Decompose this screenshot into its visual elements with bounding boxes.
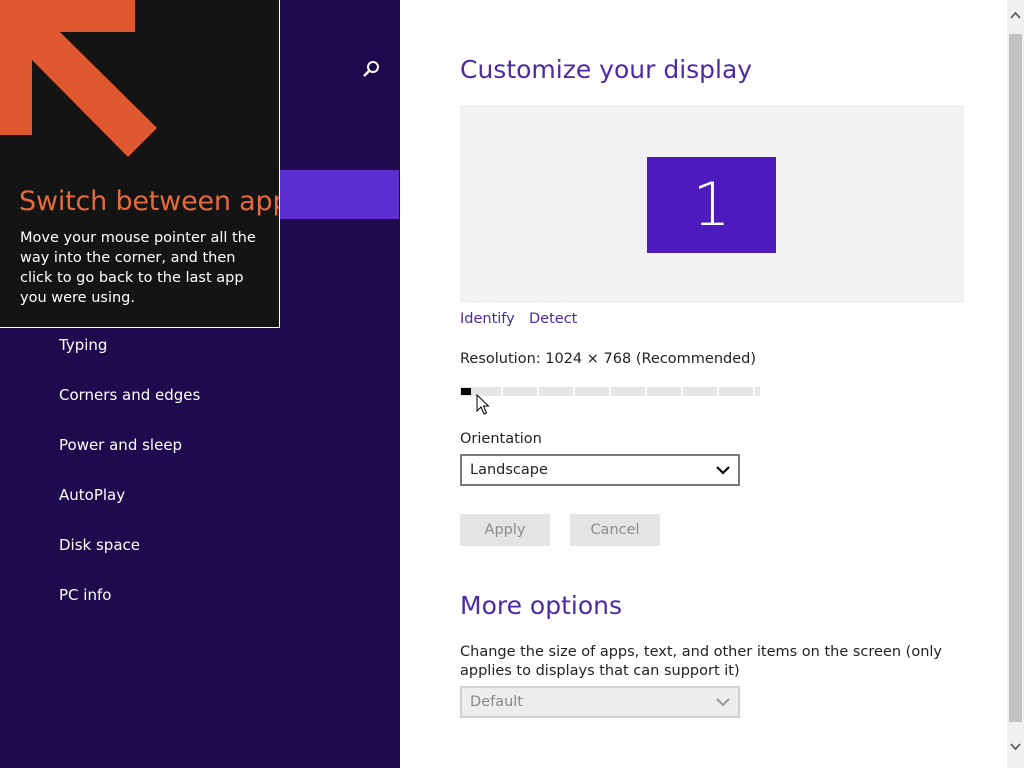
nav-item-autoplay[interactable]: AutoPlay — [59, 486, 125, 504]
scroll-down-arrow-icon[interactable] — [1009, 740, 1022, 752]
display-preview: 1 — [460, 105, 964, 303]
customize-display-heading: Customize your display — [460, 55, 753, 84]
nav-item-typing[interactable]: Typing — [59, 336, 107, 354]
search-icon[interactable] — [360, 58, 382, 82]
detect-link[interactable]: Detect — [529, 311, 577, 327]
scroll-up-arrow-icon[interactable] — [1009, 10, 1022, 22]
more-options-description: Change the size of apps, text, and other… — [460, 644, 943, 679]
tip-title: Switch between apps — [19, 186, 280, 217]
vertical-scrollbar[interactable] — [1007, 0, 1024, 768]
slider-tick — [573, 387, 575, 396]
scrollbar-thumb[interactable] — [1009, 34, 1022, 722]
identify-link[interactable]: Identify — [460, 311, 515, 327]
slider-tick — [537, 387, 539, 396]
monitor-1-tile[interactable]: 1 — [647, 157, 776, 253]
apply-button[interactable]: Apply — [460, 514, 550, 546]
chevron-down-icon — [716, 466, 730, 475]
mouse-cursor-icon — [476, 394, 490, 415]
nav-item-power-and-sleep[interactable]: Power and sleep — [59, 436, 182, 454]
orientation-value: Landscape — [470, 462, 548, 478]
orientation-dropdown[interactable]: Landscape — [460, 454, 740, 486]
orientation-label: Orientation — [460, 431, 542, 447]
nav-selected-item[interactable] — [280, 170, 399, 219]
size-value: Default — [470, 694, 523, 710]
resolution-slider[interactable] — [460, 385, 760, 397]
arrow-up-left-icon — [0, 0, 157, 157]
slider-tick — [681, 387, 683, 396]
size-dropdown[interactable]: Default — [460, 686, 740, 718]
more-options-heading: More options — [460, 591, 622, 620]
slider-tick — [717, 387, 719, 396]
resolution-slider-thumb[interactable] — [461, 388, 471, 395]
nav-item-corners-and-edges[interactable]: Corners and edges — [59, 386, 200, 404]
switch-apps-tip[interactable]: Switch between apps Move your mouse poin… — [0, 0, 280, 328]
cancel-button[interactable]: Cancel — [570, 514, 660, 546]
nav-item-disk-space[interactable]: Disk space — [59, 536, 140, 554]
slider-tick — [501, 387, 503, 396]
slider-tick — [753, 387, 755, 396]
chevron-down-icon — [716, 698, 730, 707]
resolution-label: Resolution: 1024 × 768 (Recommended) — [460, 351, 757, 367]
slider-tick — [645, 387, 647, 396]
tip-body: Move your mouse pointer all the way into… — [20, 230, 256, 306]
slider-tick — [609, 387, 611, 396]
nav-item-pc-info[interactable]: PC info — [59, 586, 111, 604]
